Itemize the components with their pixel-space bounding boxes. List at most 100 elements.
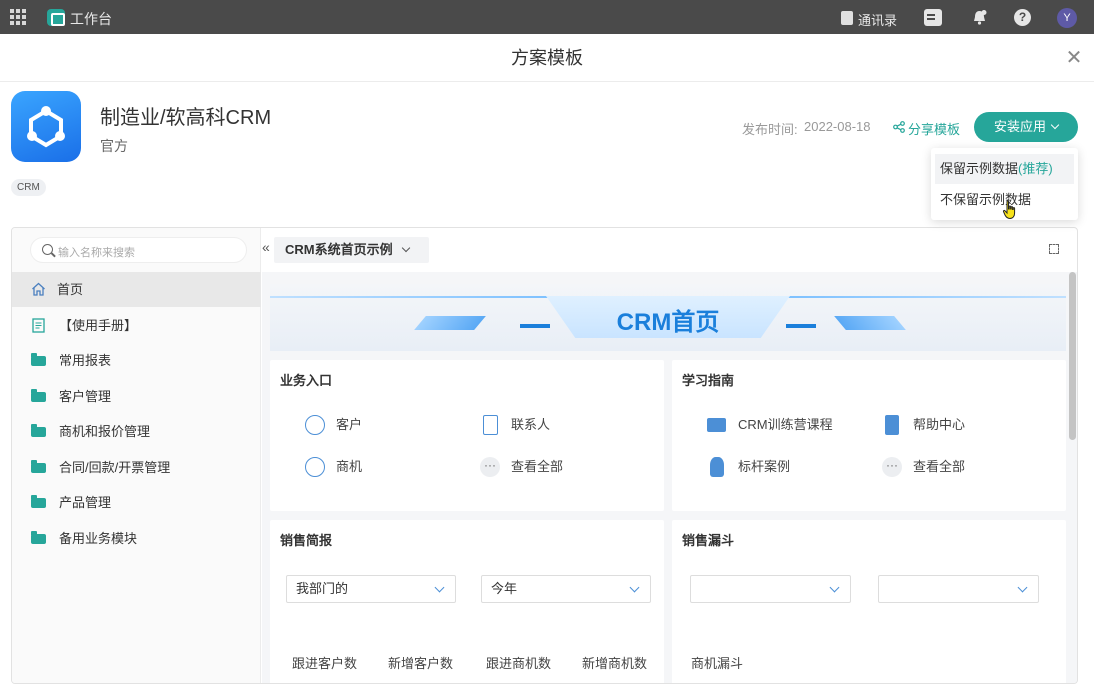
folder-icon (31, 531, 46, 544)
publish-date-label: 发布时间: (742, 122, 798, 137)
banner-decoration (834, 316, 906, 330)
keep-sample-data-label: 保留示例数据 (940, 161, 1019, 176)
sidebar-item-label: 产品管理 (59, 495, 112, 510)
folder-icon (31, 353, 46, 366)
chevron-down-icon (434, 582, 445, 593)
folder-icon (31, 389, 46, 402)
template-modal: 方案模板 ✕ 制造业/软高科CRM 官方 CRM 发布时间: 2022-08-1… (0, 34, 1094, 684)
funnel-filter-select[interactable] (878, 575, 1039, 603)
chevron-down-icon (829, 582, 840, 593)
sidebar-item-opportunities[interactable]: 商机和报价管理 (12, 414, 261, 449)
entry-label: 帮助中心 (913, 417, 966, 432)
stat-label: 新增客户数 (388, 656, 454, 671)
sidebar-item-label: 合同/回款/开票管理 (59, 460, 171, 475)
department-filter-select[interactable]: 我部门的 (286, 575, 456, 603)
search-input[interactable]: 输入名称来搜索 (30, 237, 247, 263)
sidebar-item-products[interactable]: 产品管理 (12, 485, 261, 520)
entry-label: 查看全部 (913, 459, 966, 474)
entry-label: 标杆案例 (738, 459, 791, 474)
app-icon (11, 91, 81, 162)
user-avatar[interactable]: Y (1057, 8, 1077, 28)
help-icon[interactable]: ? (1014, 9, 1031, 26)
period-filter-select[interactable]: 今年 (481, 575, 651, 603)
sidebar-item-contracts[interactable]: 合同/回款/开票管理 (12, 450, 261, 485)
entry-label: 商机 (336, 459, 363, 474)
template-preview: 输入名称来搜索 首页 【使用手册】 常用报表 客户管理 商机和报价管理 合同/回… (11, 227, 1078, 684)
customer-icon (305, 415, 325, 435)
top-bar: 工作台 通讯录 ? Y (0, 0, 1094, 34)
search-icon (42, 244, 53, 255)
sales-funnel-card: 销售漏斗 商机漏斗 (672, 520, 1066, 683)
scrollbar[interactable] (1069, 272, 1076, 440)
sidebar-item-label: 备用业务模块 (59, 531, 138, 546)
sales-brief-card: 销售简报 我部门的 今年 跟进客户数 新增客户数 跟进商机数 新增商机数 (270, 520, 664, 683)
hand-cursor-icon (1002, 200, 1016, 220)
chevron-down-icon (1050, 120, 1060, 130)
folder-icon (31, 460, 46, 473)
stat-label: 新增商机数 (582, 656, 648, 671)
modal-title: 方案模板 (0, 34, 1094, 82)
workbench-title[interactable]: 工作台 (70, 9, 112, 29)
sidebar-item-label: 常用报表 (59, 353, 112, 368)
app-name: 制造业/软高科CRM (100, 107, 272, 129)
share-template-button[interactable]: 分享模板 (908, 119, 960, 138)
home-icon (32, 282, 45, 296)
app-grid-icon[interactable] (10, 9, 26, 25)
folder-icon (31, 495, 46, 508)
publish-date: 2022-08-18 (804, 119, 871, 134)
crm-banner: CRM首页 (270, 284, 1066, 351)
page-select[interactable]: CRM系统首页示例 (274, 237, 429, 263)
folder-icon (31, 424, 46, 437)
contacts-icon[interactable] (841, 11, 853, 25)
card-title: 业务入口 (280, 373, 333, 388)
stat-label: 跟进商机数 (486, 656, 552, 671)
learning-guide-card: 学习指南 CRM训练营课程 帮助中心 标杆案例 ··· 查看全部 (672, 360, 1066, 511)
document-icon (885, 415, 899, 435)
keep-sample-data-option[interactable]: 保留示例数据(推荐) (935, 154, 1074, 184)
entry-label: CRM训练营课程 (738, 417, 833, 432)
chevron-down-icon (401, 243, 411, 253)
preview-sidebar: 输入名称来搜索 首页 【使用手册】 常用报表 客户管理 商机和报价管理 合同/回… (12, 228, 261, 683)
contacts-link[interactable]: 通讯录 (858, 10, 897, 29)
app-owner: 官方 (100, 138, 128, 154)
banner-decoration (414, 316, 486, 330)
sidebar-item-customers[interactable]: 客户管理 (12, 379, 261, 414)
chevron-down-icon (629, 582, 640, 593)
card-title: 销售漏斗 (682, 533, 735, 548)
sidebar-item-label: 客户管理 (59, 389, 112, 404)
tasks-icon[interactable] (924, 9, 942, 26)
install-app-button[interactable]: 安装应用 (974, 112, 1078, 142)
notification-bell-icon[interactable] (970, 9, 988, 26)
sidebar-item-label: 商机和报价管理 (59, 424, 151, 439)
entry-label: 查看全部 (511, 459, 564, 474)
stat-label: 跟进客户数 (292, 656, 358, 671)
sidebar-item-home[interactable]: 首页 (12, 272, 261, 307)
sidebar-item-label: 首页 (57, 282, 84, 297)
sidebar-item-backup-modules[interactable]: 备用业务模块 (12, 521, 261, 556)
entry-label: 客户 (336, 417, 363, 432)
funnel-filter-select[interactable] (690, 575, 851, 603)
opportunity-icon (305, 457, 325, 477)
banner-decoration (786, 324, 816, 328)
install-app-label: 安装应用 (993, 119, 1046, 134)
sidebar-item-label: 【使用手册】 (59, 318, 138, 333)
app-tag: CRM (11, 179, 46, 196)
contact-book-icon (483, 415, 498, 435)
recommend-label: (推荐) (1018, 161, 1053, 176)
workbench-logo-icon (47, 9, 65, 26)
chevron-down-icon (1017, 582, 1028, 593)
document-icon (32, 318, 45, 333)
entry-label: 联系人 (511, 417, 551, 432)
person-icon (710, 457, 724, 477)
share-icon[interactable] (893, 121, 905, 133)
search-placeholder: 输入名称来搜索 (58, 247, 135, 259)
sidebar-item-reports[interactable]: 常用报表 (12, 343, 261, 378)
close-icon[interactable]: ✕ (1064, 48, 1084, 68)
more-icon: ··· (882, 457, 902, 477)
card-title: 学习指南 (682, 373, 735, 388)
sidebar-item-manual[interactable]: 【使用手册】 (12, 308, 261, 343)
card-title: 销售简报 (280, 533, 333, 548)
select-value: 今年 (491, 581, 518, 596)
fullscreen-icon[interactable] (1049, 244, 1059, 254)
stat-label: 商机漏斗 (691, 656, 744, 671)
